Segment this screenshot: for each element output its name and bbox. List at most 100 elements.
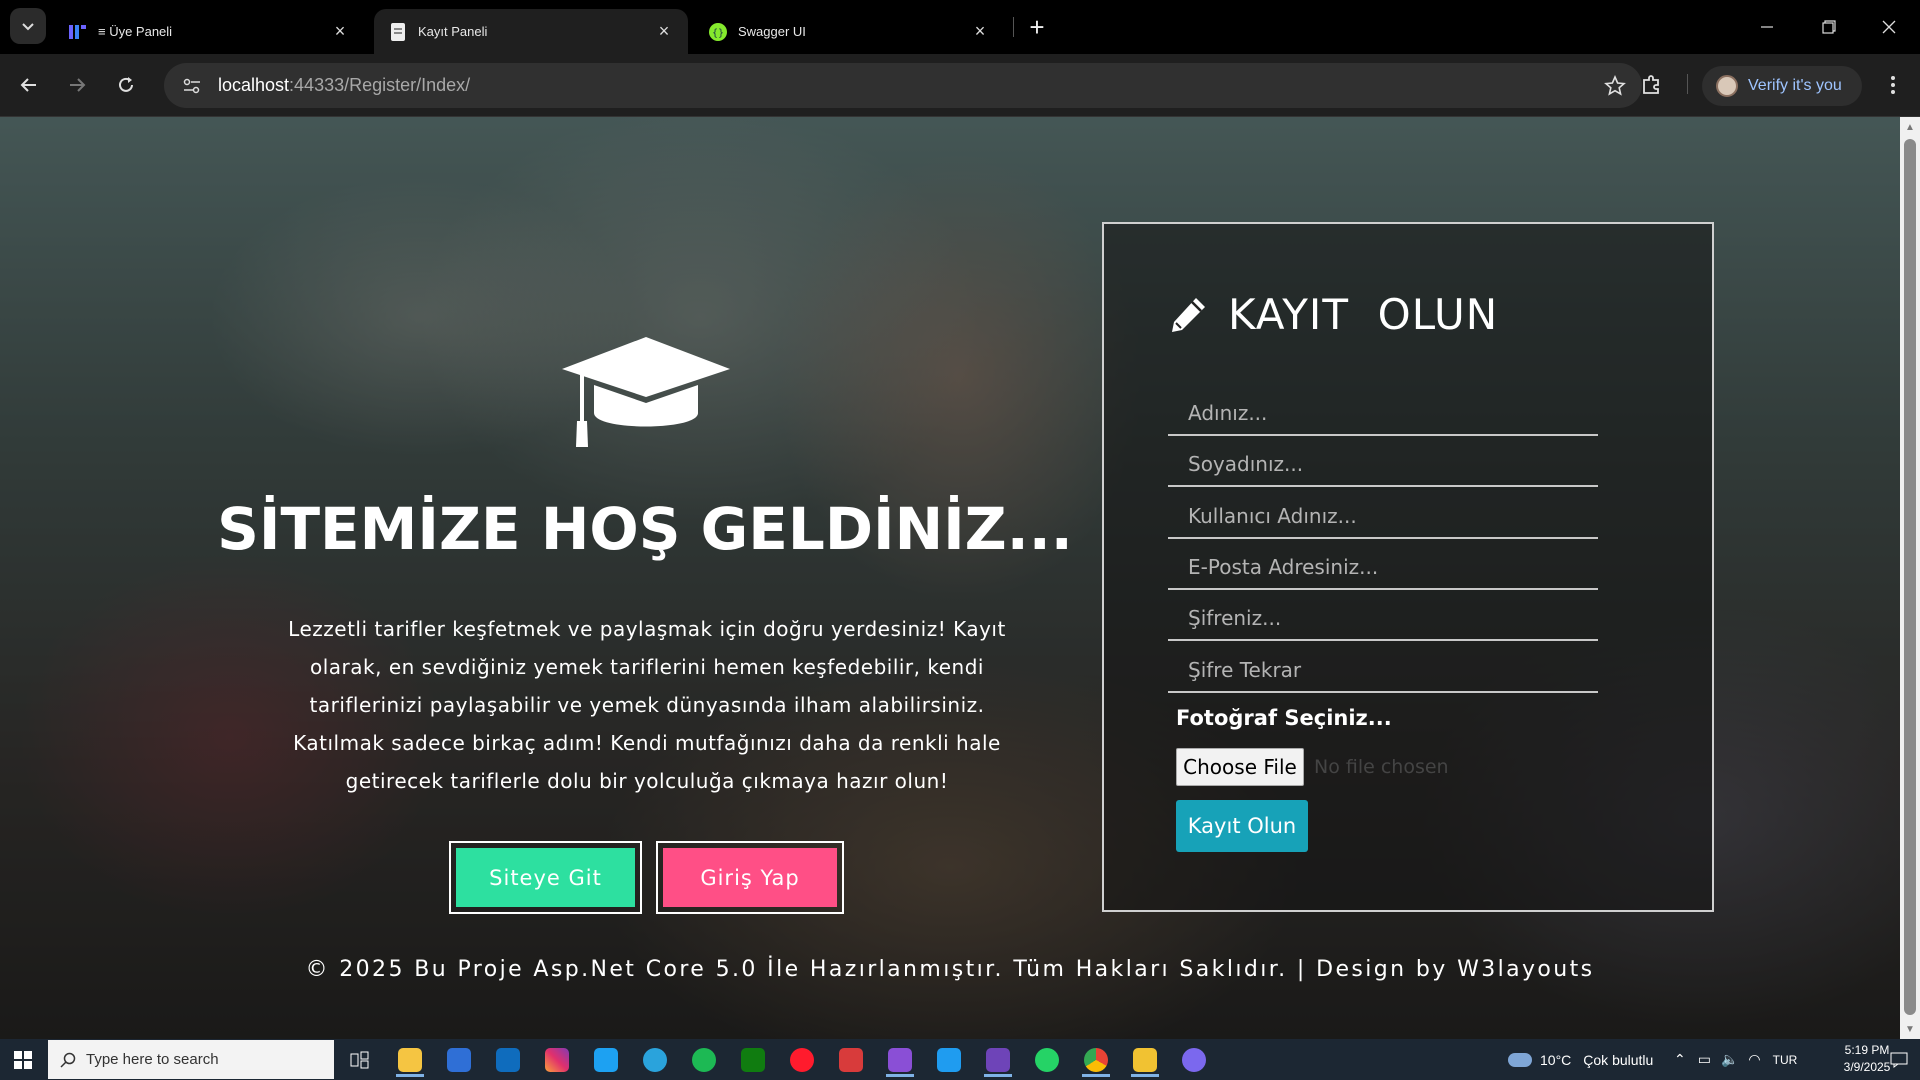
tab-title: Swagger UI [738, 24, 806, 39]
password-field [1168, 597, 1598, 641]
intro-text: Lezzetli tarifler keşfetmek ve paylaşmak… [288, 617, 1006, 793]
username-input[interactable] [1168, 495, 1598, 537]
chrome-icon[interactable] [1076, 1043, 1116, 1077]
register-page: SİTEMİZE HOŞ GELDİNİZ... Lezzetli tarifl… [0, 117, 1900, 1039]
first-name-field [1168, 392, 1598, 436]
verify-label: Verify it's you [1748, 77, 1842, 94]
minimize-button[interactable] [1736, 0, 1798, 54]
reload-icon [119, 77, 133, 92]
last-name-field [1168, 443, 1598, 487]
visual-studio-2-icon[interactable] [978, 1043, 1018, 1077]
toolbar-separator [1687, 74, 1688, 94]
taskbar-search[interactable]: Type here to search [48, 1040, 334, 1079]
password-confirm-field [1168, 649, 1598, 693]
more-vertical-icon [1891, 76, 1895, 94]
file-explorer-icon[interactable] [390, 1043, 430, 1077]
scrollbar-thumb[interactable] [1904, 139, 1916, 1015]
tab-uye-paneli[interactable]: ≡ Üye Paneli × [54, 9, 364, 54]
close-window-button[interactable] [1858, 0, 1920, 54]
forward-button[interactable] [60, 68, 94, 102]
vscode-icon[interactable] [929, 1043, 969, 1077]
weather-desc: Çok bulutlu [1583, 1051, 1654, 1068]
register-title-text: KAYIT OLUN [1228, 290, 1499, 339]
welcome-heading: SİTEMİZE HOŞ GELDİNİZ... [217, 495, 1073, 563]
scroll-down-icon[interactable]: ▼ [1900, 1019, 1920, 1039]
outlook-icon[interactable] [488, 1043, 528, 1077]
tab-title: Kayıt Paneli [418, 24, 488, 39]
address-bar[interactable]: localhost:44333/Register/Index/ [164, 63, 1642, 108]
language-indicator[interactable]: TUR [1773, 1053, 1798, 1067]
app-red-icon[interactable] [831, 1043, 871, 1077]
weather-widget[interactable]: 10°C Çok bulutlu [1508, 1039, 1653, 1080]
scroll-up-icon[interactable]: ▲ [1900, 117, 1920, 137]
pencil-icon [1172, 297, 1205, 332]
windows-logo-icon [14, 1050, 32, 1069]
choose-file-button[interactable]: Choose File [1176, 748, 1304, 786]
verify-profile-button[interactable]: Verify it's you [1702, 66, 1862, 106]
whatsapp-icon[interactable] [1027, 1043, 1067, 1077]
new-tab-button[interactable]: + [1022, 12, 1052, 42]
tab-swagger-ui[interactable]: {} Swagger UI × [694, 9, 1004, 54]
email-field [1168, 546, 1598, 590]
telegram-icon[interactable] [635, 1043, 675, 1077]
close-icon[interactable]: × [330, 21, 350, 42]
reload-button[interactable] [109, 68, 143, 102]
graduation-cap-icon [562, 337, 730, 447]
windows-taskbar: Type here to search 10°C Çok bulutlu ⌃ ▭… [0, 1039, 1920, 1080]
spotify-icon[interactable] [684, 1043, 724, 1077]
password-confirm-input[interactable] [1168, 649, 1598, 691]
site-button[interactable]: Siteye Git [449, 841, 642, 914]
tab-search-button[interactable] [10, 8, 46, 44]
arrow-left-icon [20, 78, 36, 92]
clock-date: 3/9/2025 [1843, 1060, 1891, 1074]
tab-separator [1013, 17, 1014, 37]
cloud-icon [1508, 1052, 1532, 1067]
start-button[interactable] [0, 1039, 46, 1080]
close-icon [1882, 20, 1896, 34]
battery-icon: ▭ [1697, 1051, 1711, 1067]
site-info-icon[interactable] [172, 71, 212, 101]
clock-time: 5:19 PM [1844, 1043, 1890, 1057]
restore-button[interactable] [1798, 0, 1860, 54]
username-field [1168, 495, 1598, 539]
opera-icon[interactable] [782, 1043, 822, 1077]
notifications-icon[interactable] [1890, 1039, 1908, 1080]
system-tray[interactable]: ⌃ ▭ 🔈 ◠ TUR [1674, 1039, 1797, 1080]
login-button-label: Giriş Yap [663, 848, 837, 907]
volume-icon[interactable]: 🔈 [1721, 1051, 1738, 1068]
app-swirl-icon[interactable] [1174, 1043, 1214, 1077]
back-button[interactable] [12, 68, 46, 102]
menu-button[interactable] [1876, 68, 1910, 102]
email-input[interactable] [1168, 546, 1598, 588]
url-host: localhost [218, 75, 290, 95]
footer-copyright: © 2025 Bu Proje Asp.Net Core 5.0 İle Haz… [305, 957, 1595, 982]
register-submit-button[interactable]: Kayıt Olun [1176, 800, 1308, 852]
close-icon[interactable]: × [654, 21, 674, 42]
tab-title: ≡ Üye Paneli [98, 24, 173, 39]
app-yellow-icon[interactable] [1125, 1043, 1165, 1077]
tab-kayit-paneli[interactable]: Kayıt Paneli × [374, 9, 688, 54]
twitter-icon[interactable] [586, 1043, 626, 1077]
page-scrollbar[interactable]: ▲ ▼ [1900, 117, 1920, 1039]
login-button[interactable]: Giriş Yap [656, 841, 844, 914]
store-icon[interactable] [439, 1043, 479, 1077]
network-icon[interactable]: ◠ [1748, 1051, 1760, 1068]
task-view-icon[interactable] [340, 1043, 380, 1077]
site-button-label: Siteye Git [456, 848, 635, 907]
register-panel: KAYIT OLUN Fotoğraf Seçiniz... Choose Fi… [1102, 222, 1714, 912]
xbox-icon[interactable] [733, 1043, 773, 1077]
first-name-input[interactable] [1168, 392, 1598, 434]
visual-studio-icon[interactable] [880, 1043, 920, 1077]
url-text: localhost:44333/Register/Index/ [218, 75, 470, 96]
close-icon[interactable]: × [970, 21, 990, 42]
password-input[interactable] [1168, 597, 1598, 639]
last-name-input[interactable] [1168, 443, 1598, 485]
url-path: :44333/Register/Index/ [289, 75, 471, 95]
instagram-icon[interactable] [537, 1043, 577, 1077]
chevron-up-icon[interactable]: ⌃ [1674, 1051, 1686, 1068]
extensions-button[interactable] [1634, 68, 1668, 102]
minimize-icon [1761, 26, 1773, 28]
bookmark-star-icon[interactable] [1602, 73, 1628, 99]
browser-tabstrip: ≡ Üye Paneli × Kayıt Paneli × {} Swagger… [0, 0, 1920, 54]
clock[interactable]: 5:19 PM 3/9/2025 [1842, 1042, 1892, 1076]
